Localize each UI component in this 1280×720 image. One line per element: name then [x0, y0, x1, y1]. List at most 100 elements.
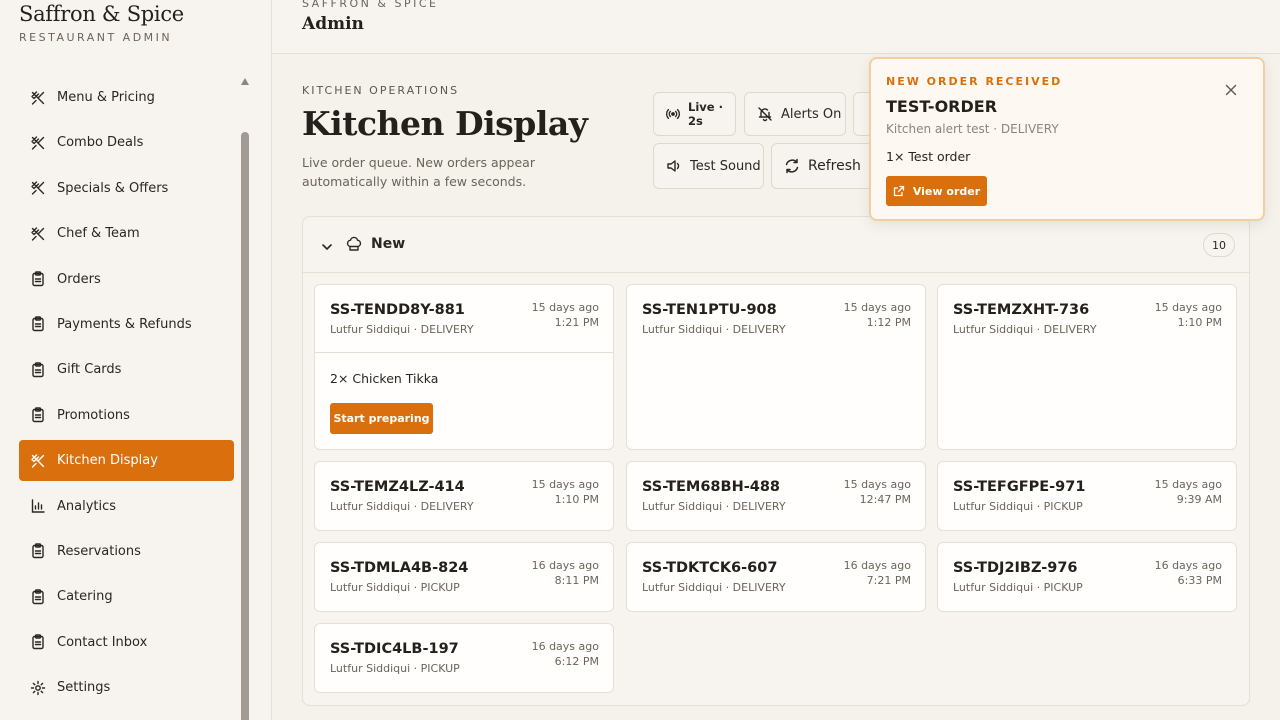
card-divider	[315, 352, 613, 353]
sidebar-item-label: Reservations	[57, 543, 141, 559]
order-customer: Lutfur Siddiqui · PICKUP	[953, 500, 1083, 513]
order-ago: 15 days ago	[1154, 301, 1222, 314]
utensils-icon	[29, 452, 47, 470]
page-description: Live order queue. New orders appear auto…	[302, 155, 535, 189]
order-card[interactable]: SS-TENDD8Y-881 Lutfur Siddiqui · DELIVERY…	[314, 284, 614, 450]
sidebar-item-payments-refunds[interactable]: Payments & Refunds	[19, 304, 234, 345]
order-ago: 15 days ago	[531, 478, 599, 491]
order-clock-time: 1:10 PM	[1177, 316, 1222, 329]
order-card[interactable]: SS-TDMLA4B-824 Lutfur Siddiqui · PICKUP 16…	[314, 542, 614, 612]
sidebar-item-label: Payments & Refunds	[57, 316, 192, 332]
alerts-button[interactable]: Alerts On	[744, 92, 846, 136]
gear-icon	[29, 679, 47, 697]
order-time: 16 days ago 7:21 PM	[844, 558, 911, 588]
order-card[interactable]: SS-TEM68BH-488 Lutfur Siddiqui · DELIVERY…	[626, 461, 926, 531]
sidebar-item-kitchen-display[interactable]: Kitchen Display	[19, 440, 234, 482]
test-sound-button[interactable]: Test Sound	[653, 143, 764, 189]
sidebar-nav: Menu & Pricing Combo Deals Specials & Offe…	[19, 77, 234, 712]
utensils-icon	[29, 225, 47, 243]
sidebar-item-label: Specials & Offers	[57, 180, 169, 196]
order-ago: 16 days ago	[1154, 559, 1222, 572]
sidebar-item-promotions[interactable]: Promotions	[19, 395, 234, 436]
clipboard-icon	[29, 588, 47, 606]
sidebar-item-analytics[interactable]: Analytics	[19, 486, 234, 527]
view-order-label: View order	[912, 184, 981, 198]
order-customer: Lutfur Siddiqui · DELIVERY	[642, 500, 786, 513]
clipboard-icon	[29, 315, 47, 333]
sidebar-item-label: Orders	[57, 271, 101, 287]
order-id: SS-TDKTCK6-607	[642, 560, 778, 576]
order-card[interactable]: SS-TDJ2IBZ-976 Lutfur Siddiqui · PICKUP 16…	[937, 542, 1237, 612]
chef-hat-icon	[345, 235, 363, 257]
order-item: 2× Chicken Tikka	[330, 371, 439, 386]
order-id: SS-TDIC4LB-197	[330, 641, 459, 657]
order-ago: 15 days ago	[843, 301, 911, 314]
sidebar-item-label: Contact Inbox	[57, 634, 148, 650]
live-button[interactable]: Live · 2s	[653, 92, 736, 136]
order-customer: Lutfur Siddiqui · DELIVERY	[642, 323, 786, 336]
start-preparing-button[interactable]: Start preparing	[330, 403, 433, 434]
clipboard-icon	[29, 406, 47, 424]
refresh-button[interactable]: Refresh	[771, 143, 881, 189]
refresh-icon	[784, 158, 800, 174]
page-title: Kitchen Display	[302, 104, 588, 143]
sidebar-item-settings[interactable]: Settings	[19, 667, 234, 708]
sidebar-item-specials-offers[interactable]: Specials & Offers	[19, 168, 234, 209]
chevron-down-icon[interactable]	[321, 238, 333, 257]
order-clock-time: 6:12 PM	[554, 655, 599, 668]
sidebar-item-catering[interactable]: Catering	[19, 576, 234, 617]
order-ago: 15 days ago	[843, 478, 911, 491]
page-eyebrow: KITCHEN OPERATIONS	[302, 84, 460, 97]
order-id: SS-TEMZXHT-736	[953, 302, 1090, 318]
utensils-icon	[29, 179, 47, 197]
section-header[interactable]: New 10	[303, 217, 1249, 273]
sidebar-item-gift-cards[interactable]: Gift Cards	[19, 349, 234, 390]
sidebar-item-reservations[interactable]: Reservations	[19, 531, 234, 572]
order-customer: Lutfur Siddiqui · PICKUP	[953, 581, 1083, 594]
header-title: Admin	[302, 14, 364, 34]
order-clock-time: 1:21 PM	[554, 316, 599, 329]
order-id: SS-TENDD8Y-881	[330, 302, 465, 318]
order-clock-time: 1:10 PM	[554, 493, 599, 506]
order-card[interactable]: SS-TDKTCK6-607 Lutfur Siddiqui · DELIVERY…	[626, 542, 926, 612]
section-label: New	[371, 236, 406, 252]
order-card[interactable]: SS-TEFGFPE-971 Lutfur Siddiqui · PICKUP 15…	[937, 461, 1237, 531]
utensils-icon	[29, 134, 47, 152]
speaker-icon	[666, 158, 682, 174]
order-clock-time: 7:21 PM	[866, 574, 911, 587]
brand-title: Saffron & Spice	[19, 2, 184, 26]
order-clock-time: 6:33 PM	[1177, 574, 1222, 587]
order-time: 15 days ago 12:47 PM	[844, 477, 911, 507]
sidebar-item-label: Analytics	[57, 498, 117, 514]
top-header: SAFFRON & SPICE Admin	[272, 0, 1280, 54]
view-order-button[interactable]: View order	[886, 176, 987, 206]
scroll-up-arrow-icon[interactable]	[241, 78, 249, 85]
order-card[interactable]: SS-TDIC4LB-197 Lutfur Siddiqui · PICKUP 16…	[314, 623, 614, 693]
test-sound-label: Test Sound	[690, 158, 761, 174]
clipboard-icon	[29, 361, 47, 379]
sidebar-item-menu-pricing[interactable]: Menu & Pricing	[19, 77, 234, 118]
order-card[interactable]: SS-TEN1PTU-908 Lutfur Siddiqui · DELIVERY…	[626, 284, 926, 450]
order-card[interactable]: SS-TEMZXHT-736 Lutfur Siddiqui · DELIVERY…	[937, 284, 1237, 450]
order-card[interactable]: SS-TEMZ4LZ-414 Lutfur Siddiqui · DELIVERY…	[314, 461, 614, 531]
order-id: SS-TDJ2IBZ-976	[953, 560, 1078, 576]
live-button-label: Live · 2s	[688, 100, 723, 128]
sidebar-item-contact-inbox[interactable]: Contact Inbox	[19, 622, 234, 663]
order-ago: 16 days ago	[843, 559, 911, 572]
sidebar-scrollbar[interactable]	[241, 78, 249, 720]
order-customer: Lutfur Siddiqui · DELIVERY	[642, 581, 786, 594]
order-customer: Lutfur Siddiqui · DELIVERY	[330, 323, 474, 336]
sidebar: Saffron & Spice RESTAURANT ADMIN Menu & …	[0, 0, 272, 720]
order-id: SS-TEN1PTU-908	[642, 302, 777, 318]
close-icon[interactable]	[1225, 81, 1239, 96]
order-ago: 15 days ago	[1154, 478, 1222, 491]
order-ago: 16 days ago	[531, 559, 599, 572]
sidebar-item-orders[interactable]: Orders	[19, 259, 234, 300]
sidebar-item-label: Chef & Team	[57, 226, 140, 242]
order-ago: 15 days ago	[531, 301, 599, 314]
scroll-thumb[interactable]	[241, 132, 249, 720]
sidebar-item-combo-deals[interactable]: Combo Deals	[19, 122, 234, 163]
brand-subtitle: RESTAURANT ADMIN	[19, 31, 173, 44]
sidebar-item-chef-team[interactable]: Chef & Team	[19, 213, 234, 254]
order-time: 15 days ago 1:10 PM	[1155, 300, 1222, 330]
